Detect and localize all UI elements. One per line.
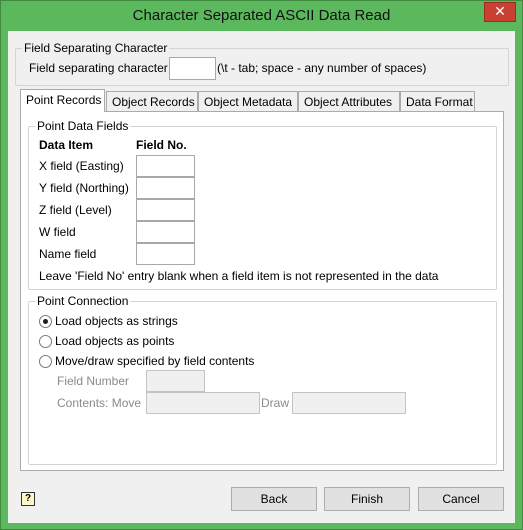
finish-button[interactable]: Finish — [324, 487, 410, 511]
dialog-window: Character Separated ASCII Data Read ✕ Fi… — [0, 0, 523, 530]
contents-move-input[interactable] — [146, 392, 260, 414]
point-connection-group-label: Point Connection — [35, 294, 131, 308]
load-strings-label[interactable]: Load objects as strings — [55, 314, 178, 328]
draw-label: Draw — [261, 396, 290, 410]
x-field-input[interactable] — [136, 155, 195, 177]
w-field-input[interactable] — [136, 221, 195, 243]
tab-point-records[interactable]: Point Records — [20, 89, 105, 112]
column-data-item: Data Item — [39, 138, 94, 152]
radio-load-strings[interactable] — [39, 315, 52, 328]
close-button[interactable]: ✕ — [484, 2, 516, 22]
separator-group-label: Field Separating Character — [22, 41, 170, 55]
x-field-label: X field (Easting) — [39, 159, 124, 173]
radio-move-draw[interactable] — [39, 355, 52, 368]
move-draw-label[interactable]: Move/draw specified by field contents — [55, 354, 254, 368]
y-field-label: Y field (Northing) — [39, 181, 129, 195]
point-records-panel: Point Data Fields Data Item Field No. X … — [20, 111, 504, 471]
tab-data-format[interactable]: Data Format — [400, 91, 475, 111]
name-field-input[interactable] — [136, 243, 195, 265]
title-bar[interactable]: Character Separated ASCII Data Read ✕ — [1, 1, 522, 31]
point-fields-group-label: Point Data Fields — [35, 119, 131, 133]
field-number-input[interactable] — [146, 370, 205, 392]
dialog-body: Field Separating Character Field separat… — [8, 31, 515, 523]
window-title: Character Separated ASCII Data Read — [132, 7, 391, 24]
separator-field-label: Field separating character — [29, 61, 168, 75]
draw-input[interactable] — [292, 392, 406, 414]
field-number-label: Field Number — [57, 374, 130, 388]
load-points-label[interactable]: Load objects as points — [55, 334, 174, 348]
name-field-label: Name field — [39, 247, 97, 261]
close-icon: ✕ — [494, 3, 506, 19]
z-field-input[interactable] — [136, 199, 195, 221]
separator-input[interactable] — [169, 57, 216, 80]
tab-object-attributes[interactable]: Object Attributes — [298, 91, 400, 111]
separator-hint: (\t - tab; space - any number of spaces) — [217, 61, 427, 75]
column-field-no: Field No. — [136, 138, 187, 152]
back-button[interactable]: Back — [231, 487, 317, 511]
field-note: Leave 'Field No' entry blank when a fiel… — [39, 269, 439, 283]
radio-load-points[interactable] — [39, 335, 52, 348]
w-field-label: W field — [39, 225, 76, 239]
tab-object-records[interactable]: Object Records — [106, 91, 198, 111]
y-field-input[interactable] — [136, 177, 195, 199]
radio-selected-dot — [43, 319, 48, 324]
tab-object-metadata[interactable]: Object Metadata — [198, 91, 298, 111]
help-icon[interactable]: ? — [21, 492, 35, 506]
cancel-button[interactable]: Cancel — [418, 487, 504, 511]
contents-move-label: Contents: Move — [57, 396, 142, 410]
z-field-label: Z field (Level) — [39, 203, 112, 217]
